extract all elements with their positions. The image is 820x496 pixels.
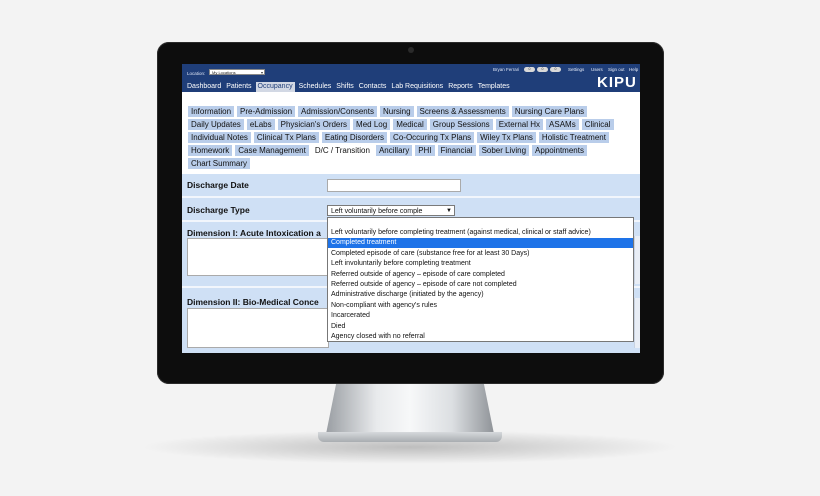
nav-item-templates[interactable]: Templates <box>477 82 511 92</box>
location-select[interactable]: My Locations ▾ <box>209 69 265 75</box>
tab-case-management[interactable]: Case Management <box>235 145 309 156</box>
tab-homework[interactable]: Homework <box>188 145 233 156</box>
dropdown-option[interactable]: Completed treatment <box>328 238 633 249</box>
users-link[interactable]: Users <box>591 67 603 72</box>
dropdown-option[interactable]: Referred outside of agency – episode of … <box>328 280 633 290</box>
scrollbar[interactable] <box>634 236 640 284</box>
nav-item-patients[interactable]: Patients <box>225 82 252 92</box>
tab-asams[interactable]: ASAMs <box>546 119 579 130</box>
discharge-date-label: Discharge Date <box>187 180 249 190</box>
screen: Location: My Locations ▾ Bryan Ferrari 0… <box>182 64 640 353</box>
tab-wiley-tx-plans[interactable]: Wiley Tx Plans <box>477 132 536 143</box>
camera-icon <box>408 47 414 53</box>
tab-nursing-care-plans[interactable]: Nursing Care Plans <box>511 106 588 117</box>
location-select-value: My Locations <box>212 70 236 75</box>
dropdown-option[interactable]: Referred outside of agency – episode of … <box>328 270 633 280</box>
location-label: Location: <box>187 71 206 76</box>
tab-individual-notes[interactable]: Individual Notes <box>188 132 251 143</box>
tab-ancillary[interactable]: Ancillary <box>375 145 413 156</box>
tab-daily-updates[interactable]: Daily Updates <box>188 119 244 130</box>
dropdown-option[interactable]: Completed episode of care (substance fre… <box>328 249 633 259</box>
tab-d-c-transition[interactable]: D/C / Transition <box>311 145 373 156</box>
alert-badge[interactable]: 0 <box>550 67 561 72</box>
message-badge[interactable]: 0 <box>537 67 548 72</box>
tab-group-sessions[interactable]: Group Sessions <box>429 119 493 130</box>
tab-information[interactable]: Information <box>188 106 235 117</box>
tab-co-occuring-tx-plans[interactable]: Co-Occuring Tx Plans <box>390 132 475 143</box>
dropdown-option[interactable]: Non-compliant with agency's rules <box>328 301 633 311</box>
tab-nursing[interactable]: Nursing <box>379 106 414 117</box>
dropdown-option[interactable]: Agency closed with no referral <box>328 332 633 342</box>
monitor-base <box>318 432 502 442</box>
tab-physician-s-orders[interactable]: Physician's Orders <box>277 119 351 130</box>
tab-financial[interactable]: Financial <box>437 145 476 156</box>
tab-chart-summary[interactable]: Chart Summary <box>188 158 251 169</box>
discharge-type-label: Discharge Type <box>187 205 250 215</box>
dropdown-option[interactable]: Incarcerated <box>328 311 633 321</box>
chevron-down-icon: ▼ <box>446 208 452 214</box>
nav-item-lab-requisitions[interactable]: Lab Requisitions <box>390 82 444 92</box>
dropdown-option[interactable]: Left involuntarily before completing tre… <box>328 259 633 269</box>
tab-eating-disorders[interactable]: Eating Disorders <box>321 132 388 143</box>
divider <box>182 196 640 198</box>
main-nav: Dashboard Patients Occupancy Schedules Shift… <box>186 82 511 92</box>
tab-clinical[interactable]: Clinical <box>581 119 614 130</box>
discharge-type-value: Left voluntarily before comple <box>331 208 423 215</box>
dimension-1-textarea[interactable] <box>187 238 329 276</box>
sign-out-link[interactable]: Sign out <box>608 67 625 72</box>
notification-badge[interactable]: 0 <box>524 67 535 72</box>
dropdown-option[interactable]: Died <box>328 322 633 332</box>
monitor-stand <box>326 384 494 434</box>
tab-sober-living[interactable]: Sober Living <box>478 145 530 156</box>
scrollbar[interactable] <box>634 298 640 348</box>
tab-appointments[interactable]: Appointments <box>532 145 587 156</box>
help-link[interactable]: Help <box>629 67 638 72</box>
tab-admission-consents[interactable]: Admission/Consents <box>298 106 377 117</box>
nav-item-occupancy[interactable]: Occupancy <box>255 82 295 92</box>
tab-clinical-tx-plans[interactable]: Clinical Tx Plans <box>253 132 319 143</box>
nav-item-schedules[interactable]: Schedules <box>298 82 333 92</box>
tab-holistic-treatment[interactable]: Holistic Treatment <box>538 132 609 143</box>
nav-item-shifts[interactable]: Shifts <box>335 82 355 92</box>
tab-med-log[interactable]: Med Log <box>353 119 391 130</box>
kipu-logo: KIPU <box>597 74 637 91</box>
chevron-down-icon: ▾ <box>260 70 263 75</box>
settings-link[interactable]: Settings <box>568 67 584 72</box>
dimension-2-label: Dimension II: Bio-Medical Conce <box>187 297 319 307</box>
tab-phi[interactable]: PHI <box>415 145 435 156</box>
nav-item-dashboard[interactable]: Dashboard <box>186 82 222 92</box>
tab-external-hx[interactable]: External Hx <box>495 119 544 130</box>
tab-medical[interactable]: Medical <box>393 119 427 130</box>
chart-tabs: Information Pre-Admission Admission/Consen… <box>188 106 628 169</box>
discharge-date-input[interactable] <box>327 179 461 192</box>
tab-pre-admission[interactable]: Pre-Admission <box>237 106 296 117</box>
tab-elabs[interactable]: eLabs <box>246 119 275 130</box>
user-name: Bryan Ferrari <box>493 67 520 72</box>
discharge-type-select[interactable]: Left voluntarily before comple ▼ <box>327 205 455 216</box>
dropdown-option[interactable]: Administrative discharge (initiated by t… <box>328 290 633 300</box>
dimension-2-textarea[interactable] <box>187 308 329 348</box>
tab-screens-assessments[interactable]: Screens & Assessments <box>416 106 509 117</box>
app-header: Location: My Locations ▾ Bryan Ferrari 0… <box>182 64 640 92</box>
nav-item-reports[interactable]: Reports <box>447 82 474 92</box>
dimension-1-label: Dimension I: Acute Intoxication a <box>187 228 321 238</box>
dropdown-option[interactable]: Left voluntarily before completing treat… <box>328 228 633 238</box>
discharge-type-dropdown: Left voluntarily before completing treat… <box>327 217 634 342</box>
nav-item-contacts[interactable]: Contacts <box>358 82 388 92</box>
